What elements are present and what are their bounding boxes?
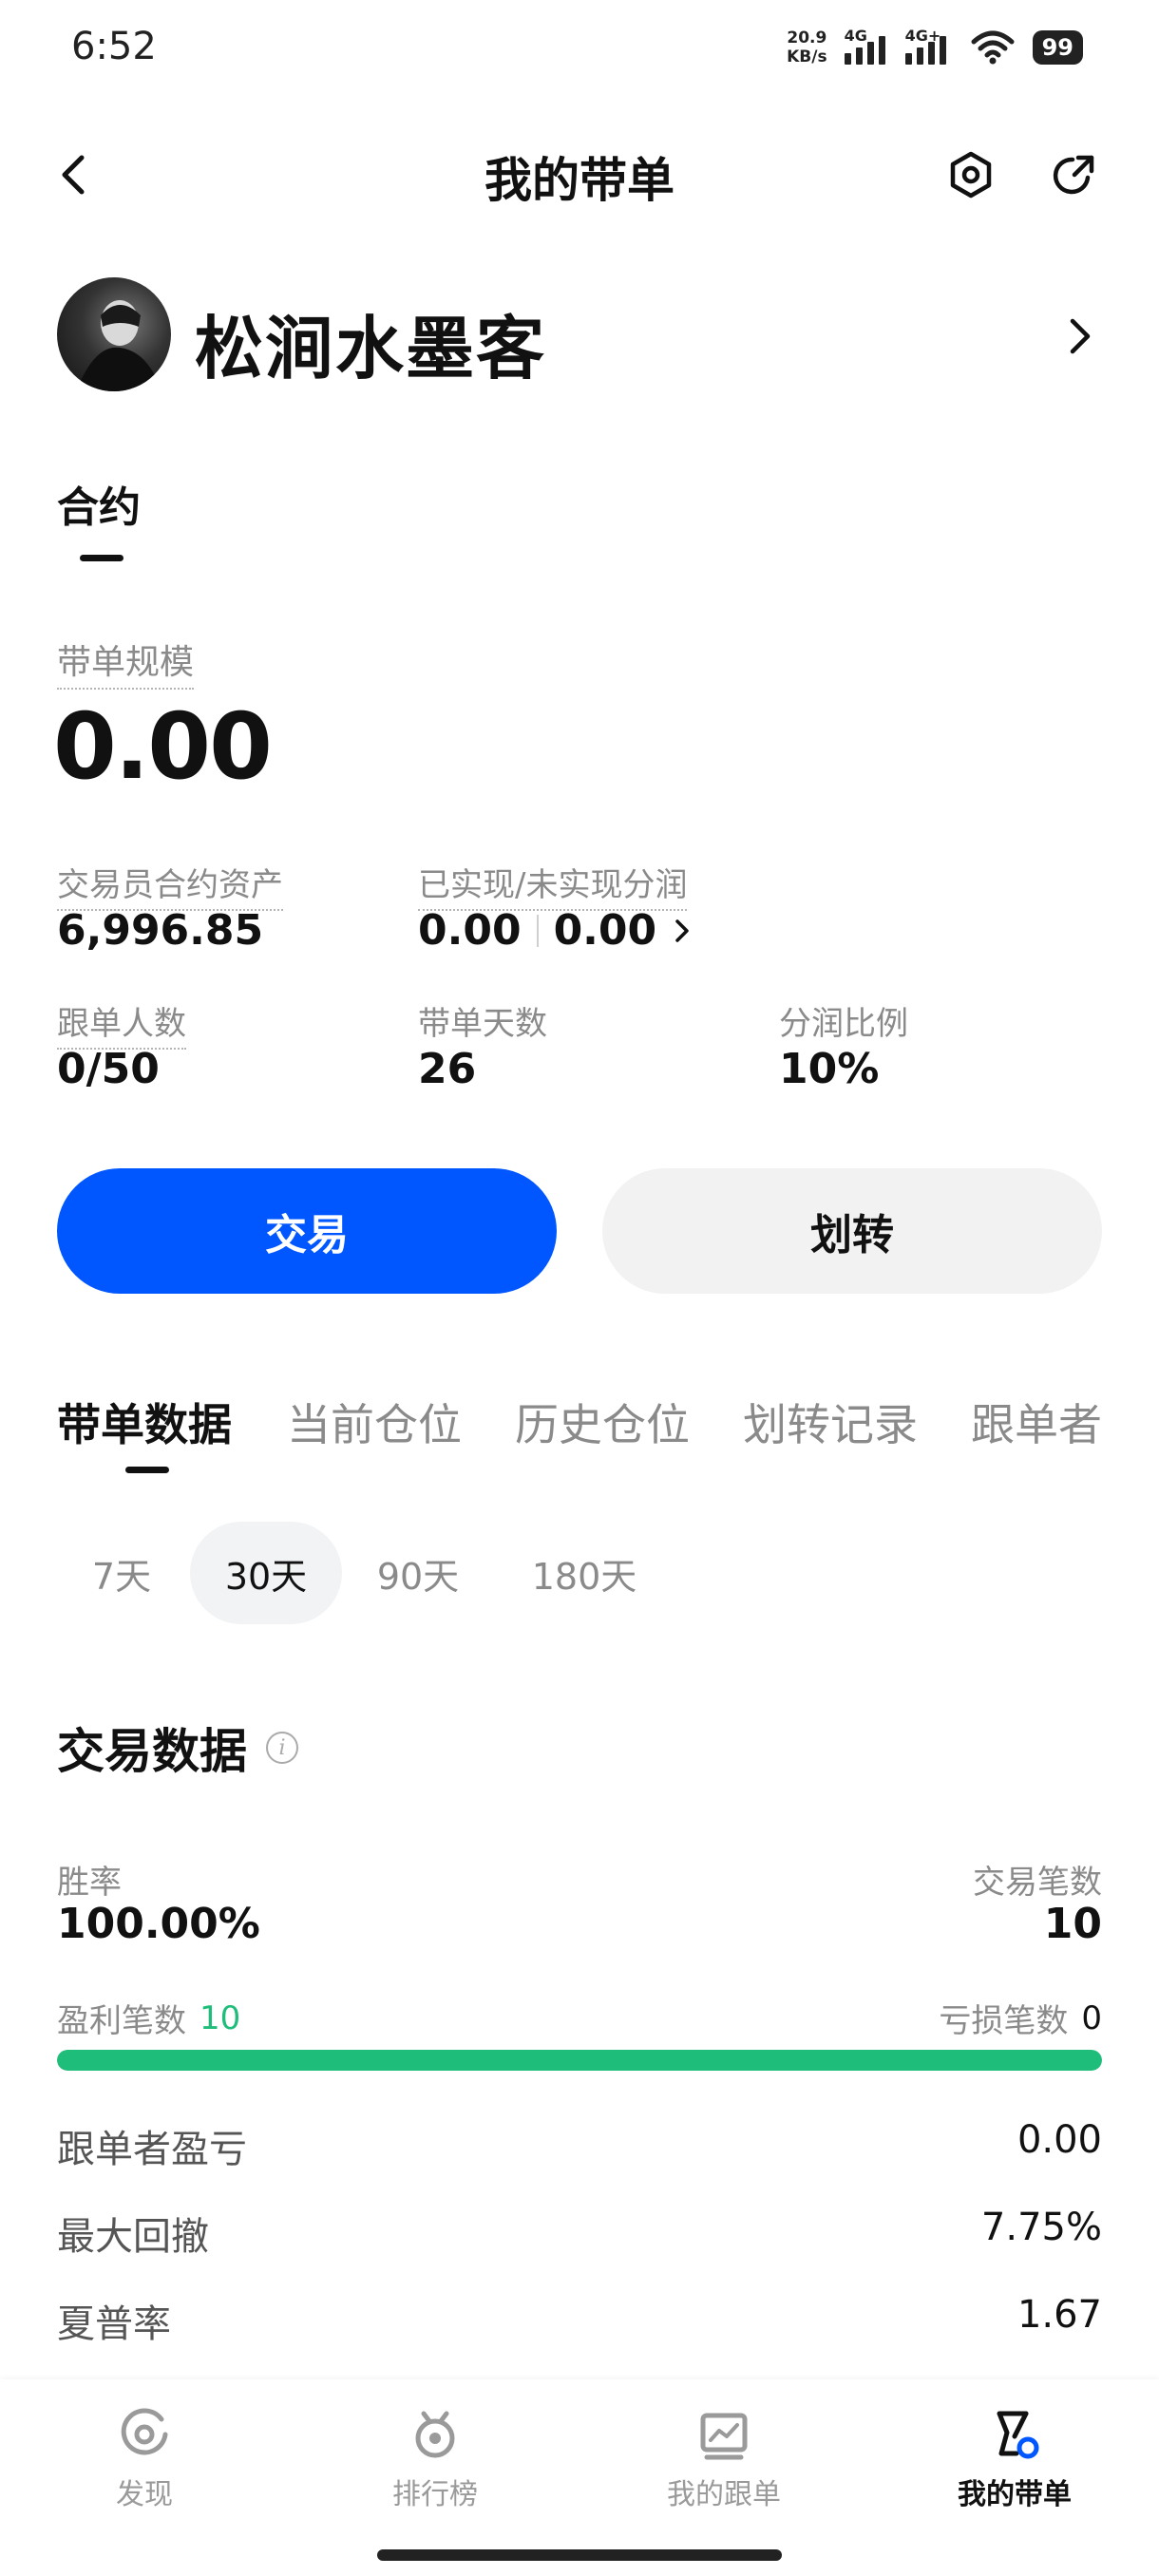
tab-transfer-records[interactable]: 划转记录 <box>743 1391 918 1453</box>
unrealized-pnl: 0.00 <box>553 906 657 955</box>
status-icons: 20.9 KB/s 4G 4G+ 99 <box>787 25 1083 70</box>
profit-trades: 盈利笔数 10 <box>57 1995 240 2041</box>
tab-followers[interactable]: 跟单者 <box>971 1391 1102 1453</box>
contract-tab-indicator <box>80 555 124 561</box>
leaderboard-icon <box>415 2411 455 2458</box>
nav-my-lead[interactable]: 我的带单 <box>920 2408 1110 2512</box>
trader-assets-value: 6,996.85 <box>57 906 264 955</box>
nav-discover[interactable]: 发现 <box>49 2408 239 2512</box>
period-30d[interactable]: 30天 <box>190 1522 342 1624</box>
max-drawdown-label: 最大回撤 <box>57 2215 209 2259</box>
lead-data-tab-indicator <box>125 1467 169 1473</box>
trade-data-header: 交易数据 i <box>57 1714 298 1782</box>
tab-current-positions[interactable]: 当前仓位 <box>287 1391 462 1453</box>
trader-assets-label[interactable]: 交易员合约资产 <box>57 859 283 911</box>
share-button[interactable] <box>1039 141 1108 209</box>
share-ratio-value: 10% <box>779 1045 880 1093</box>
period-180d[interactable]: 180天 <box>504 1522 665 1624</box>
win-rate-value: 100.00% <box>57 1900 260 1948</box>
avatar-image <box>76 300 162 391</box>
win-progress-fill <box>57 2050 1102 2071</box>
signal-icon-sim2: 4G+ <box>904 27 953 65</box>
share-ratio-label: 分润比例 <box>779 1005 908 1043</box>
follower-pnl-label: 跟单者盈亏 <box>57 2128 247 2171</box>
status-time: 6:52 <box>71 25 157 68</box>
home-indicator <box>377 2549 782 2561</box>
chevron-right-icon <box>675 919 689 942</box>
share-icon <box>1053 155 1094 195</box>
pnl-share-label[interactable]: 已实现/未实现分润 <box>418 859 688 911</box>
period-7d[interactable]: 7天 <box>63 1522 180 1624</box>
pnl-share-link[interactable]: 0.00 0.00 <box>418 906 693 955</box>
nav-my-follow[interactable]: 我的跟单 <box>629 2408 819 2512</box>
discover-icon <box>121 2408 168 2455</box>
sharpe-ratio-value: 1.67 <box>1016 2293 1102 2337</box>
avatar[interactable] <box>57 277 171 391</box>
follower-pnl-value: 0.00 <box>1016 2118 1102 2162</box>
followers-label[interactable]: 跟单人数 <box>57 997 186 1050</box>
net-speed: 20.9 KB/s <box>787 28 827 66</box>
trade-button[interactable]: 交易 <box>57 1168 557 1294</box>
win-loss-progress-bar <box>57 2050 1102 2071</box>
battery-icon: 99 <box>1032 30 1083 65</box>
my-follow-icon <box>700 2413 748 2460</box>
tab-contract[interactable]: 合约 <box>57 473 141 534</box>
scale-label[interactable]: 带单规模 <box>57 635 195 690</box>
chevron-right-icon <box>1070 318 1091 354</box>
scale-value: 0.00 <box>53 693 273 800</box>
profile-name: 松涧水墨客 <box>195 309 547 388</box>
bottom-nav: 发现 排行榜 我的跟单 我的带单 <box>0 2379 1159 2576</box>
days-value: 26 <box>418 1045 477 1093</box>
loss-trades: 亏损笔数 0 <box>939 1995 1102 2041</box>
loss-trades-value: 0 <box>1081 1998 1102 2037</box>
trade-count-value: 10 <box>1043 1900 1102 1948</box>
period-90d[interactable]: 90天 <box>352 1522 484 1624</box>
profit-trades-value: 10 <box>200 1998 241 2037</box>
wifi-icon <box>971 30 1015 65</box>
win-rate-label: 胜率 <box>57 1864 122 1902</box>
my-lead-icon <box>997 2411 1039 2459</box>
tab-lead-data[interactable]: 带单数据 <box>57 1391 232 1453</box>
max-drawdown-value: 7.75% <box>980 2206 1102 2249</box>
days-label: 带单天数 <box>418 1005 547 1043</box>
transfer-button[interactable]: 划转 <box>602 1168 1102 1294</box>
signal-icon-sim1: 4G <box>844 27 888 65</box>
realized-pnl: 0.00 <box>418 906 522 955</box>
tab-history-positions[interactable]: 历史仓位 <box>515 1391 690 1453</box>
sharpe-ratio-label: 夏普率 <box>57 2302 171 2346</box>
trade-data-title: 交易数据 <box>57 1724 247 1779</box>
info-icon[interactable]: i <box>266 1732 298 1764</box>
gear-icon <box>950 151 992 199</box>
followers-value: 0/50 <box>57 1045 160 1093</box>
trade-count-label: 交易笔数 <box>973 1864 1102 1902</box>
settings-button[interactable] <box>937 141 1005 209</box>
profile-detail-button[interactable] <box>1045 302 1113 370</box>
profit-trades-label: 盈利笔数 <box>57 2002 186 2040</box>
nav-leaderboard[interactable]: 排行榜 <box>340 2408 530 2512</box>
pnl-divider <box>536 914 539 947</box>
loss-trades-label: 亏损笔数 <box>939 2002 1069 2040</box>
